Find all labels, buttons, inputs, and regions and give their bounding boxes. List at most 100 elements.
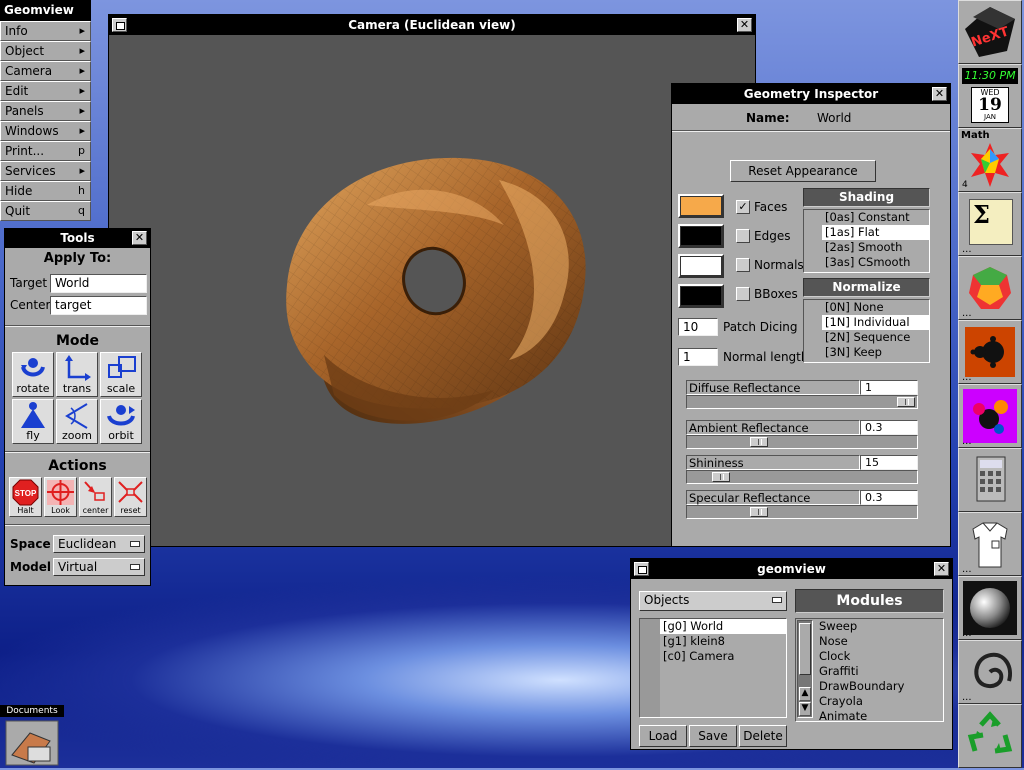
scale-button[interactable]: scale <box>100 352 142 397</box>
menu-item[interactable]: Windows ▸ <box>0 121 91 141</box>
dock-sphere-tile[interactable]: ... <box>958 576 1022 640</box>
dock-math-tile[interactable]: Math 4 <box>958 128 1022 192</box>
faces-checkbox[interactable]: ✓ <box>736 200 750 214</box>
trans-button[interactable]: trans <box>56 352 98 397</box>
dock-polyhedron-tile[interactable]: ... <box>958 256 1022 320</box>
list-item[interactable]: [0as] Constant <box>822 210 929 225</box>
save-button[interactable]: Save <box>689 725 737 747</box>
slider-track[interactable] <box>686 470 918 484</box>
center-button[interactable]: center <box>79 477 112 517</box>
normal-color-swatch[interactable] <box>678 254 724 278</box>
bboxes-checkbox[interactable] <box>736 287 750 301</box>
patch-dicing-field[interactable]: 10 <box>678 318 718 336</box>
dock-julia-tile[interactable]: ... <box>958 384 1022 448</box>
dock-clock-tile[interactable]: 11:30 PM WED 19 JAN <box>958 64 1022 128</box>
list-item[interactable]: Crayola <box>816 694 943 709</box>
list-item[interactable]: [3as] CSmooth <box>822 255 929 270</box>
scroll-down-icon[interactable]: ▼ <box>799 702 811 716</box>
list-item[interactable]: Graffiti <box>816 664 943 679</box>
minimize-icon[interactable] <box>634 562 649 576</box>
slider-value-field[interactable]: 0.3 <box>860 420 918 435</box>
minimize-icon[interactable] <box>112 18 127 32</box>
menu-item[interactable]: Camera ▸ <box>0 61 91 81</box>
space-popup[interactable]: Euclidean <box>53 535 145 553</box>
normals-checkbox[interactable] <box>736 258 750 272</box>
slider-value-field[interactable]: 1 <box>860 380 918 395</box>
list-item[interactable]: [c0] Camera <box>660 649 786 664</box>
klein-bottle-render[interactable] <box>109 35 755 545</box>
dock-next-tile[interactable]: NeXT <box>958 0 1022 64</box>
slider-value-field[interactable]: 15 <box>860 455 918 470</box>
list-item[interactable]: Clock <box>816 649 943 664</box>
model-popup[interactable]: Virtual <box>53 558 145 576</box>
menu-item[interactable]: Hide h <box>0 181 91 201</box>
list-item[interactable]: [g1] klein8 <box>660 634 786 649</box>
close-icon[interactable]: ✕ <box>932 87 947 101</box>
shading-list[interactable]: [0as] Constant [1as] Flat [2as] Smooth [3as… <box>803 209 930 273</box>
list-item[interactable]: [2as] Smooth <box>822 240 929 255</box>
menu-item[interactable]: Services ▸ <box>0 161 91 181</box>
dock-shirt-tile[interactable]: ... <box>958 512 1022 576</box>
slider-knob[interactable] <box>712 472 730 482</box>
list-item[interactable]: Nose <box>816 634 943 649</box>
list-item[interactable]: [1N] Individual <box>822 315 929 330</box>
list-item[interactable]: [g0] World <box>660 619 786 634</box>
inspector-titlebar[interactable]: Geometry Inspector ✕ <box>672 84 950 104</box>
close-icon[interactable]: ✕ <box>737 18 752 32</box>
list-item[interactable]: [1as] Flat <box>822 225 929 240</box>
camera-window[interactable]: Camera (Euclidean view) ✕ <box>108 14 756 547</box>
list-item[interactable]: [3N] Keep <box>822 345 929 360</box>
menu-item[interactable]: Panels ▸ <box>0 101 91 121</box>
menu-item[interactable]: Quit q <box>0 201 91 221</box>
list-item[interactable]: DrawBoundary <box>816 679 943 694</box>
slider-track[interactable] <box>686 395 918 409</box>
list-item[interactable]: [2N] Sequence <box>822 330 929 345</box>
face-color-swatch[interactable] <box>678 194 724 218</box>
slider-knob[interactable] <box>750 437 768 447</box>
normal-length-field[interactable]: 1 <box>678 348 718 366</box>
list-item[interactable]: [0N] None <box>822 300 929 315</box>
modules-scrollbar[interactable]: ▲ ▼ <box>797 620 813 718</box>
objects-list[interactable]: [g0] World [g1] klein8 [c0] Camera <box>639 618 787 718</box>
delete-button[interactable]: Delete <box>739 725 787 747</box>
geomview-titlebar[interactable]: geomview ✕ <box>631 559 952 579</box>
bbox-color-swatch[interactable] <box>678 284 724 308</box>
menu-item[interactable]: Print... p <box>0 141 91 161</box>
camera-window-titlebar[interactable]: Camera (Euclidean view) ✕ <box>109 15 755 35</box>
tools-titlebar[interactable]: Tools ✕ <box>5 229 150 248</box>
menu-item[interactable]: Info ▸ <box>0 21 91 41</box>
dock-spiral-tile[interactable]: ... <box>958 640 1022 704</box>
halt-button[interactable]: STOP Halt <box>9 477 42 517</box>
scroll-knob[interactable] <box>799 623 811 675</box>
dock-calculator-tile[interactable] <box>958 448 1022 512</box>
orbit-button[interactable]: orbit <box>100 399 142 444</box>
list-item[interactable]: Animate <box>816 709 943 724</box>
center-field[interactable]: target <box>50 296 147 315</box>
slider-value-field[interactable]: 0.3 <box>860 490 918 505</box>
rotate-button[interactable]: rotate <box>12 352 54 397</box>
edges-checkbox[interactable] <box>736 229 750 243</box>
fly-button[interactable]: fly <box>12 399 54 444</box>
slider-track[interactable] <box>686 505 918 519</box>
menu-item[interactable]: Edit ▸ <box>0 81 91 101</box>
list-item[interactable]: Sweep <box>816 619 943 634</box>
menu-item[interactable]: Object ▸ <box>0 41 91 61</box>
zoom-button[interactable]: zoom <box>56 399 98 444</box>
slider-track[interactable] <box>686 435 918 449</box>
modules-list[interactable]: Sweep Nose Clock Graffiti DrawBoundary Crayol… <box>795 618 944 724</box>
slider-knob[interactable] <box>897 397 915 407</box>
look-button[interactable]: Look <box>44 477 77 517</box>
target-field[interactable]: World <box>50 274 147 293</box>
dock-recycler-tile[interactable] <box>958 704 1022 768</box>
normalize-list[interactable]: [0N] None [1N] Individual [2N] Sequence [3N… <box>803 299 930 363</box>
reset-button[interactable]: reset <box>114 477 147 517</box>
documents-shelf[interactable]: Documents <box>0 704 64 768</box>
reset-appearance-button[interactable]: Reset Appearance <box>730 160 876 182</box>
load-button[interactable]: Load <box>639 725 687 747</box>
edge-color-swatch[interactable] <box>678 224 724 248</box>
close-icon[interactable]: ✕ <box>934 562 949 576</box>
scroll-up-icon[interactable]: ▲ <box>799 687 811 701</box>
dock-fractal-tile[interactable]: ... <box>958 320 1022 384</box>
dock-equation-tile[interactable]: Σ ... <box>958 192 1022 256</box>
objects-popup[interactable]: Objects <box>639 591 787 611</box>
